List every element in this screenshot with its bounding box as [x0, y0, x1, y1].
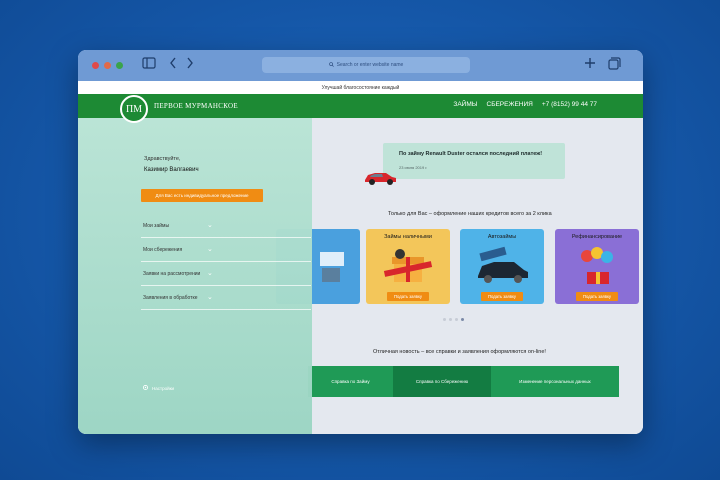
settings-label: Настройки	[152, 385, 175, 391]
greeting: Здравствуйте,	[144, 156, 181, 162]
user-name: Казимир Валгаевич	[144, 167, 199, 173]
menu-item-label: Заявки на рассмотрении	[143, 270, 201, 277]
card-auto-loans[interactable]: Автозаймы Подать заявку	[460, 229, 544, 304]
top-notice: Улучшай благосостояние каждый	[78, 81, 643, 94]
menu-item-applications-review[interactable]: Заявки на рассмотрении ⌄	[141, 262, 311, 286]
nav-loans[interactable]: ЗАЙМЫ	[453, 101, 477, 108]
apply-button[interactable]: Подать заявку	[481, 292, 523, 301]
pager-dot[interactable]	[449, 318, 452, 321]
gift-box-icon	[383, 249, 433, 282]
menu-item-label: Заявления в обработке	[143, 294, 198, 301]
pager-dot[interactable]	[443, 318, 446, 321]
menu-item-my-loans[interactable]: Мои займы ⌄	[141, 214, 311, 238]
logo-text[interactable]: ПЕРВОЕ МУРМАНСКОЕ	[154, 102, 238, 110]
new-tab-icon[interactable]	[584, 57, 596, 73]
balloons-icon	[581, 247, 613, 284]
card-title: Рефинансирование	[571, 234, 623, 240]
address-placeholder: Search or enter website name	[336, 62, 404, 68]
magnifier-icon	[328, 61, 334, 69]
promo-text: Только для Вас – оформление наших кредит…	[388, 211, 552, 217]
nav-savings[interactable]: СБЕРЕЖЕНИЯ	[487, 101, 533, 108]
gear-icon	[142, 384, 149, 392]
pager-dot[interactable]	[455, 318, 458, 321]
individual-offer-button[interactable]: Для Вас есть индивидуальное предложение	[141, 189, 263, 202]
account-sidebar: Здравствуйте, Казимир Валгаевич Для Вас …	[78, 118, 312, 434]
chevron-down-icon: ⌄	[207, 222, 213, 229]
address-bar[interactable]: Search or enter website name	[262, 57, 470, 73]
card-title: Автозаймы	[487, 234, 517, 240]
card-title: Займы наличными	[384, 234, 432, 240]
close-window-button[interactable]	[92, 62, 99, 69]
savings-certificate-link[interactable]: Справка по Сбережению	[393, 366, 491, 397]
news-text: Отличная новость – все справки и заявлен…	[373, 349, 546, 355]
menu-item-my-savings[interactable]: Мои сбережения ⌄	[141, 238, 311, 262]
change-personal-data-link[interactable]: Изменение персональных данных	[491, 366, 619, 397]
pager-dot-active[interactable]	[461, 318, 464, 321]
payment-notification[interactable]: По займу Renault Duster остался последни…	[383, 143, 565, 179]
nav-phone[interactable]: +7 (8152) 99 44 77	[542, 101, 597, 108]
browser-window: Search or enter website name Улучшай бла…	[78, 50, 643, 434]
apply-button[interactable]: Подать заявку	[387, 292, 429, 301]
menu-item-statements-processing[interactable]: Заявления в обработке ⌄	[141, 286, 311, 310]
back-icon[interactable]	[169, 57, 177, 73]
menu-item-label: Мои сбережения	[143, 246, 183, 253]
card-cash-loans[interactable]: Займы наличными Подать заявку	[366, 229, 450, 304]
sidebar-toggle-icon[interactable]	[142, 57, 156, 73]
notification-title: По займу Renault Duster остался последни…	[399, 151, 543, 157]
settings-link[interactable]: Настройки	[142, 384, 174, 392]
loan-certificate-link[interactable]: Справка по Займу	[308, 366, 393, 397]
carousel-pager	[443, 318, 464, 321]
apply-button[interactable]: Подать заявку	[576, 292, 618, 301]
chevron-down-icon: ⌄	[207, 294, 213, 301]
chevron-down-icon: ⌄	[207, 246, 213, 253]
document-links: Справка по Займу Справка по Сбережению И…	[308, 366, 619, 397]
tab-overview-icon[interactable]	[608, 57, 621, 74]
forward-icon[interactable]	[186, 57, 194, 73]
browser-toolbar: Search or enter website name	[78, 50, 643, 81]
site-header: ПМ ПЕРВОЕ МУРМАНСКОЕ ЗАЙМЫ СБЕРЕЖЕНИЯ +7…	[78, 94, 643, 123]
zoom-window-button[interactable]	[116, 62, 123, 69]
chevron-down-icon: ⌄	[207, 270, 213, 277]
car-icon	[365, 173, 396, 185]
card-refinancing[interactable]: Рефинансирование Подать заявку	[555, 229, 639, 304]
suv-icon	[478, 246, 528, 283]
notification-date: 23 июля 2019 г.	[399, 165, 428, 170]
minimize-window-button[interactable]	[104, 62, 111, 69]
logo-icon[interactable]: ПМ	[120, 95, 148, 123]
main-nav: ЗАЙМЫ СБЕРЕЖЕНИЯ +7 (8152) 99 44 77	[453, 101, 597, 108]
menu-item-label: Мои займы	[143, 222, 170, 229]
